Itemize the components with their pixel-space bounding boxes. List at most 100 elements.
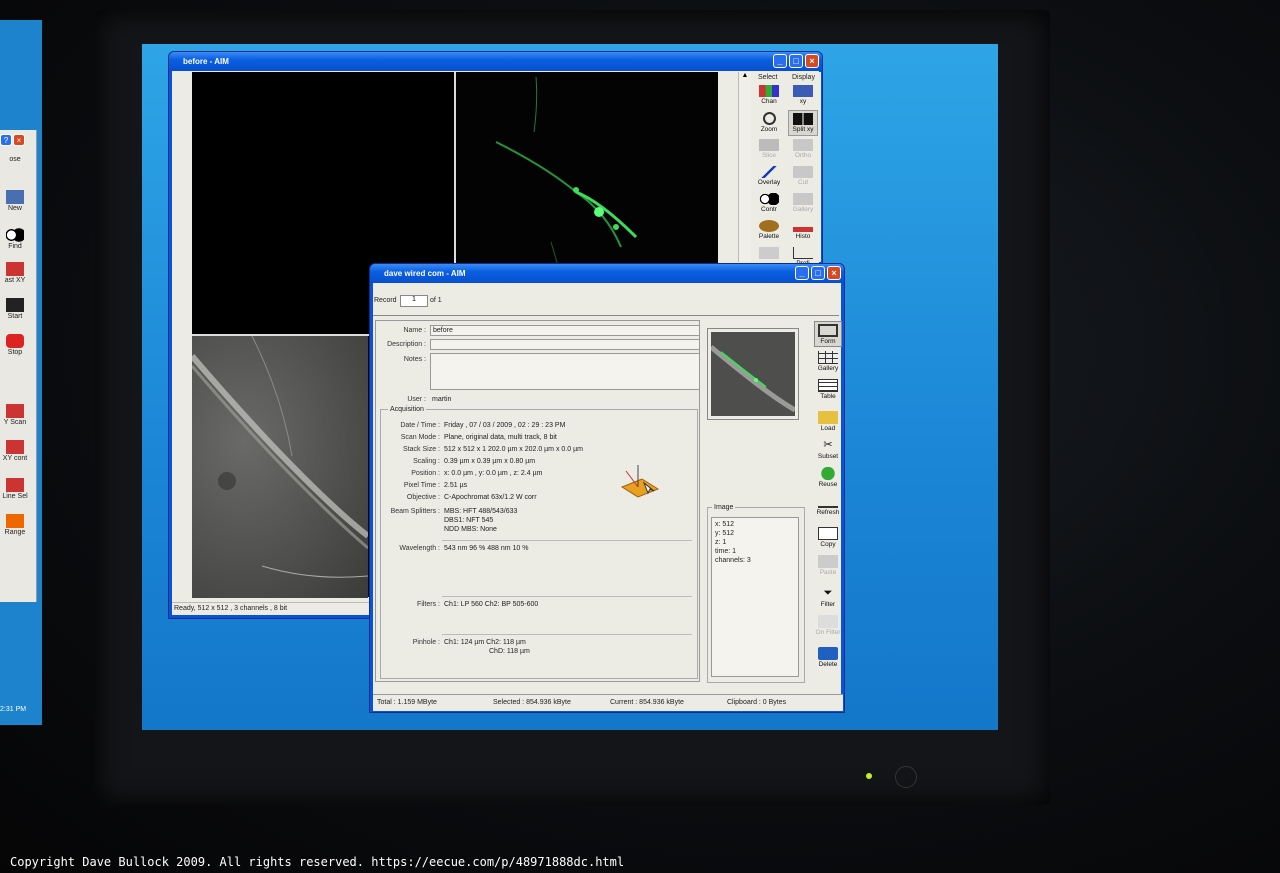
table-icon [818, 379, 838, 392]
new-button[interactable]: New [0, 188, 30, 218]
y-scan-button[interactable]: Y Scan [0, 402, 30, 432]
paste-icon [818, 555, 838, 568]
start-icon [6, 298, 24, 312]
close-button[interactable]: × [827, 266, 841, 280]
desktop-screen: before - AIM _ □ × ▲ Select Display Chan… [142, 44, 998, 730]
left-item-label: Range [4, 529, 26, 536]
pixel-time-value: 2.51 µs [444, 482, 468, 489]
filter-on-icon [818, 615, 838, 628]
cut-button[interactable]: Cut [788, 164, 818, 190]
y-scan-icon [6, 404, 24, 418]
record-input[interactable]: 1 [400, 295, 428, 307]
split-xy-button[interactable]: Split xy [788, 110, 818, 136]
left-control-panel: ? × ose New Find ast XY Start Stop Y Sca… [0, 130, 37, 602]
stop-button[interactable]: Stop [0, 332, 30, 362]
date-time-value: Friday , 07 / 03 / 2009 , 02 : 29 : 23 P… [444, 422, 566, 429]
xy-cont-icon [6, 440, 24, 454]
on-filter-button[interactable]: On Filter [814, 613, 842, 639]
find-icon [6, 228, 24, 242]
xy-cont-button[interactable]: XY cont [0, 438, 30, 468]
user-label: User : [407, 396, 426, 403]
beam-line-3: NDD MBS: None [444, 526, 497, 533]
wavelength-label: Wavelength : [399, 545, 440, 552]
maximize-button[interactable]: □ [811, 266, 825, 280]
refresh-button[interactable]: Refresh [814, 493, 842, 519]
left-item-label: Stop [7, 349, 23, 356]
rb-label: Subset [817, 453, 839, 460]
rb-label: Table [820, 393, 836, 400]
overlay-button[interactable]: Overlay [754, 164, 784, 190]
minimize-button[interactable]: _ [773, 54, 787, 68]
ortho-button[interactable]: Ortho [788, 137, 818, 163]
overlay-icon [759, 166, 779, 178]
line-sel-button[interactable]: Line Sel [0, 476, 30, 506]
xy-button[interactable]: xy [788, 83, 818, 109]
zoom-icon [762, 112, 776, 125]
objective-label: Objective : [406, 494, 440, 501]
cut-icon [793, 166, 813, 178]
scan-mode-value: Plane, original data, multi track, 8 bit [444, 434, 557, 441]
selected-size: Selected : 854.936 kByte [493, 699, 571, 706]
subset-button[interactable]: ✂ Subset [814, 437, 842, 463]
new-icon [6, 190, 24, 204]
delete-button[interactable]: Delete [814, 645, 842, 671]
reuse-button[interactable]: Reuse [814, 465, 842, 491]
contrast-button[interactable]: Contr [754, 191, 784, 217]
record-form: Name : before Description : Notes : User… [375, 320, 700, 682]
image-toolbar: Select Display Chan Zoom Slice Overlay C… [752, 72, 821, 267]
histo-button[interactable]: Histo [788, 218, 818, 244]
ortho-icon [793, 139, 813, 151]
notes-field[interactable] [430, 353, 700, 390]
image-x: x: 512 [715, 521, 735, 528]
range-button[interactable]: Range [0, 512, 30, 542]
description-field[interactable] [430, 339, 700, 350]
thumbnail-frame[interactable] [707, 328, 799, 420]
tb-label: Histo [795, 233, 811, 240]
select-header: Select [758, 74, 778, 81]
before-titlebar[interactable]: before - AIM _ □ × [169, 52, 822, 71]
objective-value: C-Apochromat 63x/1.2 W corr [444, 494, 537, 501]
image-group-label: Image [712, 504, 736, 511]
scroll-up-arrow-icon[interactable]: ▲ [739, 72, 751, 79]
rb-label: Gallery [817, 365, 839, 372]
image-scrollbar[interactable]: ▲ [738, 72, 751, 262]
copy-button[interactable]: Copy [814, 525, 842, 551]
chan-button[interactable]: Chan [754, 83, 784, 109]
tb-label: Chan [761, 98, 777, 105]
power-button[interactable] [895, 766, 917, 788]
tb-label: Contr [761, 206, 777, 213]
zoom-button[interactable]: Zoom [754, 110, 784, 136]
load-button[interactable]: Load [814, 409, 842, 435]
notes-label: Notes : [403, 356, 426, 363]
xy-icon [793, 85, 813, 97]
filter-icon: ⏷ [823, 587, 833, 599]
fast-xy-button[interactable]: ast XY [0, 260, 30, 290]
gallery-button[interactable]: Gallery [788, 191, 818, 217]
gallery-view-button[interactable]: Gallery [814, 349, 842, 375]
left-item-label: Find [8, 243, 22, 250]
left-item-0[interactable]: ose [0, 156, 30, 186]
close-button[interactable]: × [805, 54, 819, 68]
database-titlebar[interactable]: dave wired com - AIM _ □ × [370, 264, 844, 283]
name-field[interactable]: before [430, 325, 700, 336]
slice-button[interactable]: Slice [754, 137, 784, 163]
maximize-button[interactable]: □ [789, 54, 803, 68]
beam-line-1: MBS: HFT 488/543/633 [444, 508, 518, 515]
filter-button[interactable]: ⏷ Filter [814, 585, 842, 611]
scaling-label: Scaling : [413, 458, 440, 465]
channels-icon [759, 85, 779, 97]
close-button[interactable]: × [13, 134, 25, 146]
start-button[interactable]: Start [0, 296, 30, 326]
help-button[interactable]: ? [0, 134, 12, 146]
palette-button[interactable]: Palette [754, 218, 784, 244]
stack-size-label: Stack Size : [403, 446, 440, 453]
slice-icon [759, 139, 779, 151]
paste-button[interactable]: Paste [814, 553, 842, 579]
find-button[interactable]: Find [0, 226, 30, 256]
gallery-grid-icon [818, 351, 838, 364]
window-title: dave wired com - AIM [384, 269, 466, 278]
form-button[interactable]: Form [814, 321, 842, 347]
beam-splitters-label: Beam Splitters : [390, 508, 440, 515]
minimize-button[interactable]: _ [795, 266, 809, 280]
table-button[interactable]: Table [814, 377, 842, 403]
